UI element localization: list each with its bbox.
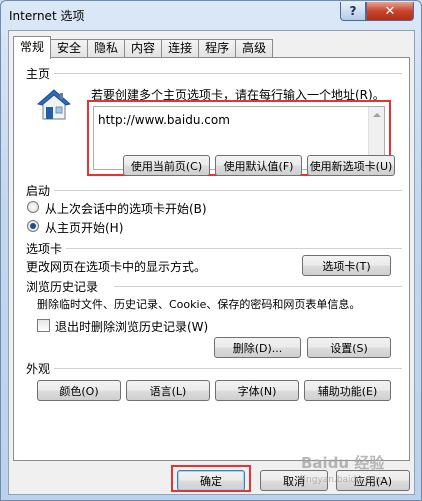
radio-last-session-label[interactable]: 从上次会话中的选项卡开始(B) (45, 200, 207, 217)
house-icon (37, 89, 71, 120)
delete-on-exit-label[interactable]: 退出时删除浏览历史记录(W) (55, 318, 208, 335)
tabs-section-title: 选项卡 (26, 242, 63, 256)
delete-history-button[interactable]: 删除(D)... (214, 337, 301, 358)
home-divider (54, 73, 402, 74)
tab-general[interactable]: 常规 (13, 36, 52, 59)
fonts-button[interactable]: 字体(N) (215, 380, 299, 401)
use-new-tab-button[interactable]: 使用新选项卡(U) (307, 155, 395, 176)
history-settings-button[interactable]: 设置(S) (307, 337, 391, 358)
watermark-url: jingyan.baidu.com (301, 475, 385, 485)
general-panel: 主页 若要创建多个主页选项卡，请在每行输入一个地址(R)。 http://www… (13, 57, 410, 461)
ok-highlight-box (171, 465, 251, 492)
help-icon: ? (349, 4, 357, 18)
radio-last-session[interactable] (27, 201, 39, 213)
window-title: Internet 选项 (9, 9, 85, 23)
use-default-button[interactable]: 使用默认值(F) (215, 155, 302, 176)
colors-button[interactable]: 颜色(O) (37, 380, 121, 401)
tab-security[interactable]: 安全 (50, 39, 89, 58)
tab-connections[interactable]: 连接 (161, 39, 200, 58)
tab-content[interactable]: 内容 (124, 39, 163, 58)
delete-on-exit-checkbox[interactable] (37, 319, 50, 332)
close-button[interactable]: ✕ (366, 2, 414, 21)
startup-divider (54, 190, 402, 191)
tabs-settings-button[interactable]: 选项卡(T) (302, 255, 391, 276)
dialog-client: 常规 安全 隐私 内容 连接 程序 高级 主页 若要创建多个主页选项卡，请在每行… (8, 30, 415, 495)
tab-advanced[interactable]: 高级 (235, 39, 274, 58)
history-divider (114, 286, 402, 287)
radio-homepage-label[interactable]: 从主页开始(H) (45, 219, 123, 236)
use-current-button[interactable]: 使用当前页(C) (123, 155, 210, 176)
baidu-watermark: Baidu 经验 jingyan.baidu.com (301, 448, 416, 498)
tab-strip: 常规 安全 隐私 内容 连接 程序 高级 (13, 36, 274, 59)
tabs-divider (66, 248, 402, 249)
scroll-up-icon[interactable] (373, 113, 381, 117)
tab-programs[interactable]: 程序 (198, 39, 237, 58)
watermark-title: Baidu 经验 (301, 454, 385, 472)
appearance-section-title: 外观 (26, 362, 51, 376)
internet-options-window: Internet 选项 ? ✕ 常规 安全 隐私 内容 连接 程序 高级 主页 (0, 0, 422, 501)
help-button[interactable]: ? (340, 2, 366, 21)
appearance-divider (54, 368, 402, 369)
history-description: 删除临时文件、历史记录、Cookie、保存的密码和网页表单信息。 (37, 298, 361, 311)
home-url-value: http://www.baidu.com (98, 113, 230, 127)
history-section-title: 浏览历史记录 (26, 280, 99, 294)
languages-button[interactable]: 语言(L) (126, 380, 210, 401)
radio-homepage[interactable] (27, 220, 39, 232)
startup-section-title: 启动 (26, 184, 51, 198)
title-bar[interactable]: Internet 选项 ? ✕ (1, 1, 421, 29)
accessibility-button[interactable]: 辅助功能(E) (304, 380, 391, 401)
close-icon: ✕ (384, 3, 396, 19)
home-section-title: 主页 (26, 67, 51, 81)
tab-privacy[interactable]: 隐私 (87, 39, 126, 58)
tabs-description: 更改网页在选项卡中的显示方式。 (26, 260, 207, 274)
